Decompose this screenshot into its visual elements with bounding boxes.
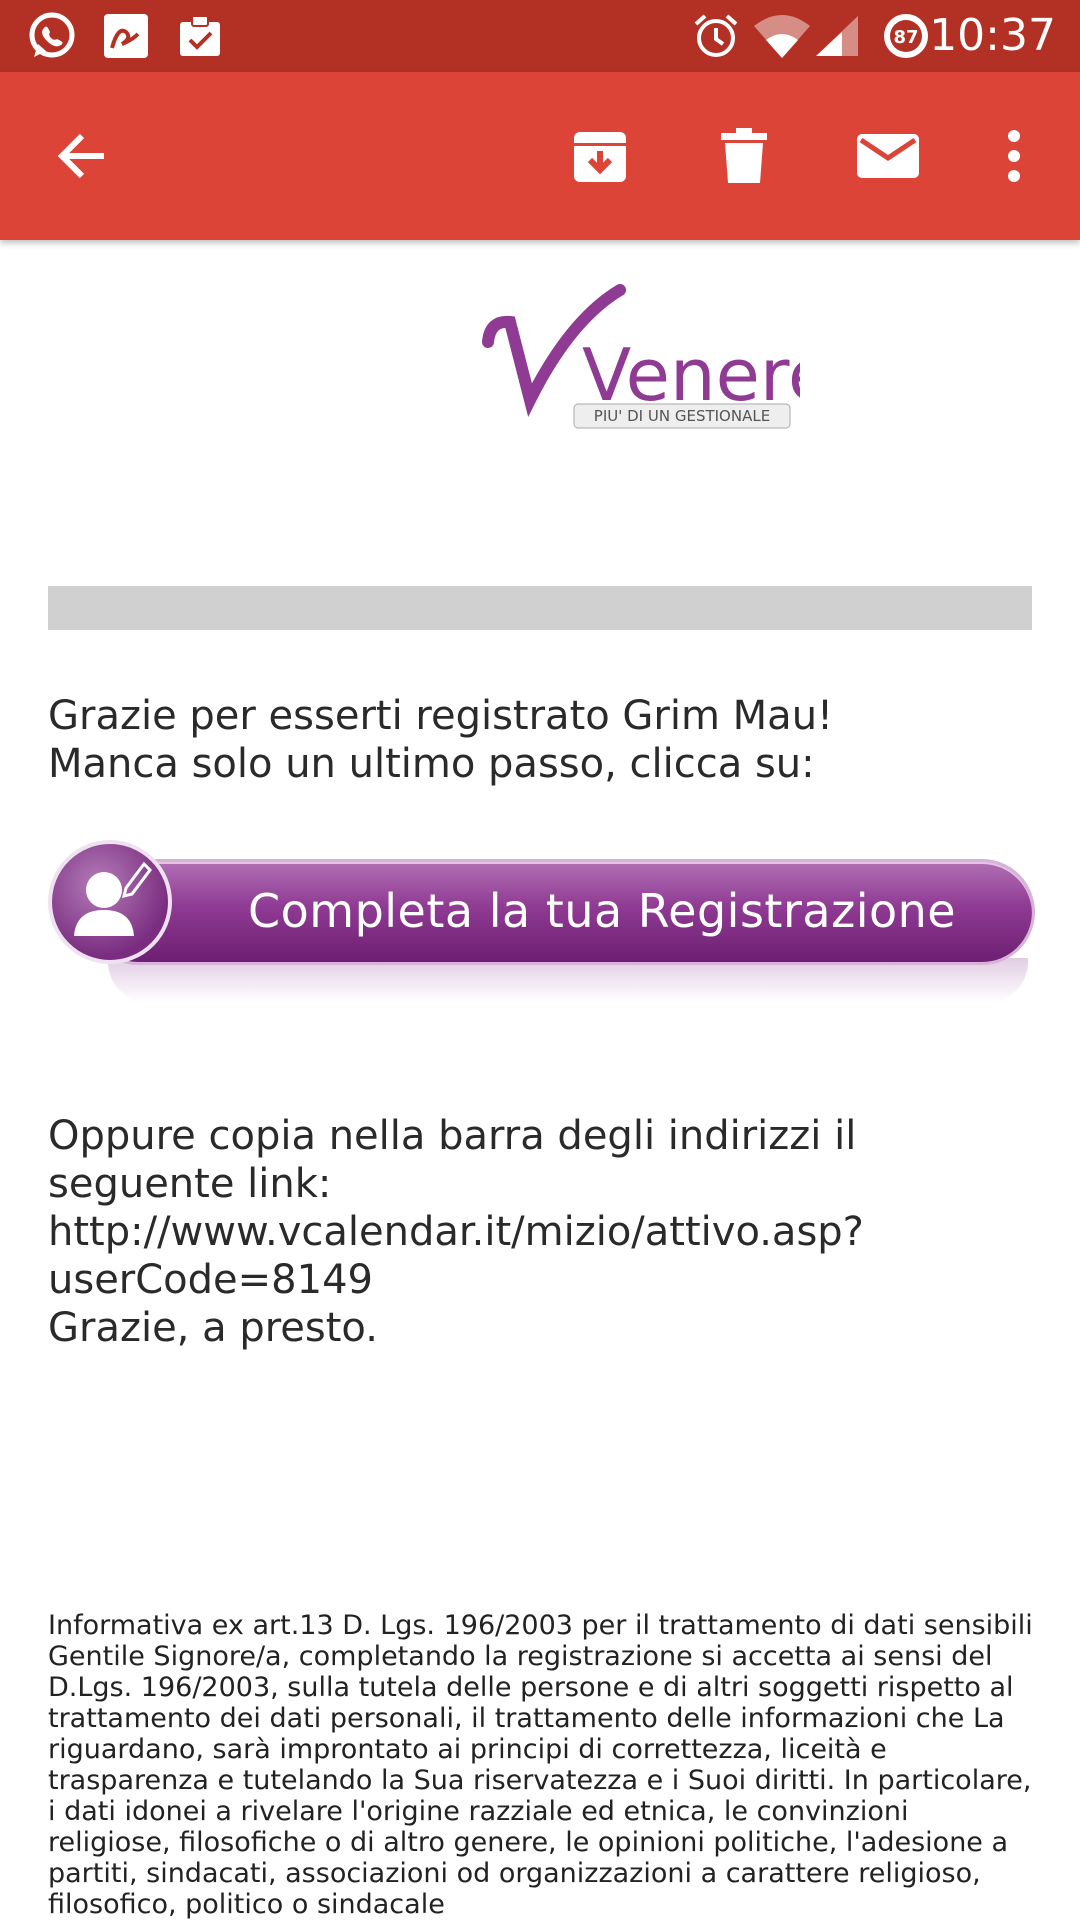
- battery-icon: 87: [880, 10, 932, 62]
- user-edit-icon: [48, 840, 172, 964]
- signal-icon: [812, 10, 864, 62]
- divider-bar: [48, 586, 1032, 630]
- button-reflection: [108, 958, 1028, 1002]
- privacy-notice: Informativa ex art.13 D. Lgs. 196/2003 p…: [48, 1610, 1033, 1920]
- battery-level: 87: [893, 27, 918, 48]
- status-bar: 87 10:37: [0, 0, 1080, 72]
- button-label: Completa la tua Registrazione: [248, 884, 957, 938]
- activation-link[interactable]: http://www.vcalendar.it/mizio/attivo.asp…: [48, 1208, 1038, 1304]
- complete-registration-button[interactable]: Completa la tua Registrazione: [48, 840, 1032, 1002]
- closing-text: Grazie, a presto.: [48, 1305, 378, 1351]
- whatsapp-icon: [26, 10, 78, 62]
- alternative-instructions: Oppure copia nella barra degli indirizzi…: [48, 1113, 857, 1207]
- more-vert-icon[interactable]: [982, 124, 1046, 188]
- clipboard-check-icon: [174, 10, 226, 62]
- signature-icon: [100, 10, 152, 62]
- status-time: 10:37: [929, 10, 1056, 61]
- app-bar: [0, 72, 1080, 240]
- alarm-icon: [690, 10, 742, 62]
- greeting-text: Grazie per esserti registrato Grim Mau! …: [48, 693, 834, 787]
- email-body: Venere PIU' DI UN GESTIONALE Grazie per …: [0, 240, 1080, 1920]
- trash-icon[interactable]: [712, 124, 776, 188]
- wifi-icon: [752, 10, 812, 62]
- mail-icon[interactable]: [856, 124, 920, 188]
- logo-tagline: PIU' DI UN GESTIONALE: [594, 407, 770, 425]
- venere-logo: Venere PIU' DI UN GESTIONALE: [480, 280, 832, 430]
- archive-icon[interactable]: [568, 124, 632, 188]
- back-arrow-icon[interactable]: [50, 124, 114, 188]
